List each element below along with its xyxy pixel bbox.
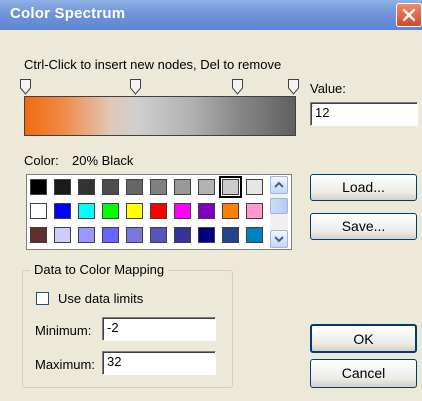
color-swatch[interactable] (78, 203, 95, 219)
gradient-node-handle[interactable] (20, 79, 31, 95)
cancel-button[interactable]: Cancel (310, 359, 417, 388)
chevron-up-icon (274, 181, 284, 188)
color-swatch[interactable] (78, 179, 95, 195)
chevron-down-icon (274, 236, 284, 243)
color-swatch[interactable] (198, 179, 215, 195)
color-swatch[interactable] (54, 227, 71, 243)
color-swatch[interactable] (102, 203, 119, 219)
color-label: Color: (24, 153, 59, 168)
ok-button[interactable]: OK (310, 324, 417, 353)
scroll-up-button[interactable] (270, 176, 288, 194)
close-button[interactable] (396, 3, 422, 27)
color-swatch[interactable] (126, 203, 143, 219)
color-swatch[interactable] (198, 227, 215, 243)
color-swatch[interactable] (150, 227, 167, 243)
gradient-node-handle[interactable] (288, 79, 299, 95)
color-swatch[interactable] (54, 203, 71, 219)
color-swatch[interactable] (150, 179, 167, 195)
color-swatch[interactable] (30, 227, 47, 243)
use-data-limits-checkbox[interactable] (36, 292, 49, 305)
color-swatch[interactable] (222, 203, 239, 219)
color-swatch[interactable] (126, 227, 143, 243)
gradient-node-handle[interactable] (130, 79, 141, 95)
color-swatch[interactable] (102, 179, 119, 195)
scroll-thumb[interactable] (270, 198, 288, 214)
save-button[interactable]: Save... (310, 213, 417, 240)
load-button[interactable]: Load... (310, 174, 417, 201)
maximum-label: Maximum: (35, 357, 95, 372)
color-gradient-bar[interactable] (24, 96, 296, 136)
value-label: Value: (310, 81, 346, 96)
minimum-label: Minimum: (35, 323, 92, 338)
color-swatch[interactable] (246, 227, 263, 243)
color-swatch[interactable] (30, 179, 47, 195)
close-icon (402, 8, 416, 22)
window-title: Color Spectrum (10, 5, 126, 22)
color-swatch[interactable] (54, 179, 71, 195)
color-swatch[interactable] (246, 203, 263, 219)
color-swatch[interactable] (174, 227, 191, 243)
use-data-limits-label: Use data limits (58, 291, 144, 306)
data-mapping-group-label: Data to Color Mapping (30, 262, 169, 277)
color-swatch[interactable] (174, 179, 191, 195)
color-swatch[interactable] (219, 176, 242, 198)
color-swatch[interactable] (126, 179, 143, 195)
color-swatch[interactable] (198, 203, 215, 219)
value-input[interactable]: 12 (310, 102, 418, 126)
color-swatch[interactable] (246, 179, 263, 195)
gradient-node-handle[interactable] (232, 79, 243, 95)
color-name: 20% Black (72, 153, 134, 168)
color-swatch[interactable] (102, 227, 119, 243)
color-swatch[interactable] (30, 203, 47, 219)
palette-scrollbar[interactable] (270, 176, 288, 248)
color-swatch[interactable] (222, 227, 239, 243)
maximum-input[interactable]: 32 (102, 351, 216, 375)
color-swatch[interactable] (78, 227, 95, 243)
title-bar[interactable]: Color Spectrum (0, 0, 422, 30)
minimum-input[interactable]: -2 (102, 317, 216, 341)
instructions-text: Ctrl-Click to insert new nodes, Del to r… (24, 57, 282, 72)
color-swatch[interactable] (150, 203, 167, 219)
color-swatch[interactable] (174, 203, 191, 219)
scroll-down-button[interactable] (270, 230, 288, 248)
